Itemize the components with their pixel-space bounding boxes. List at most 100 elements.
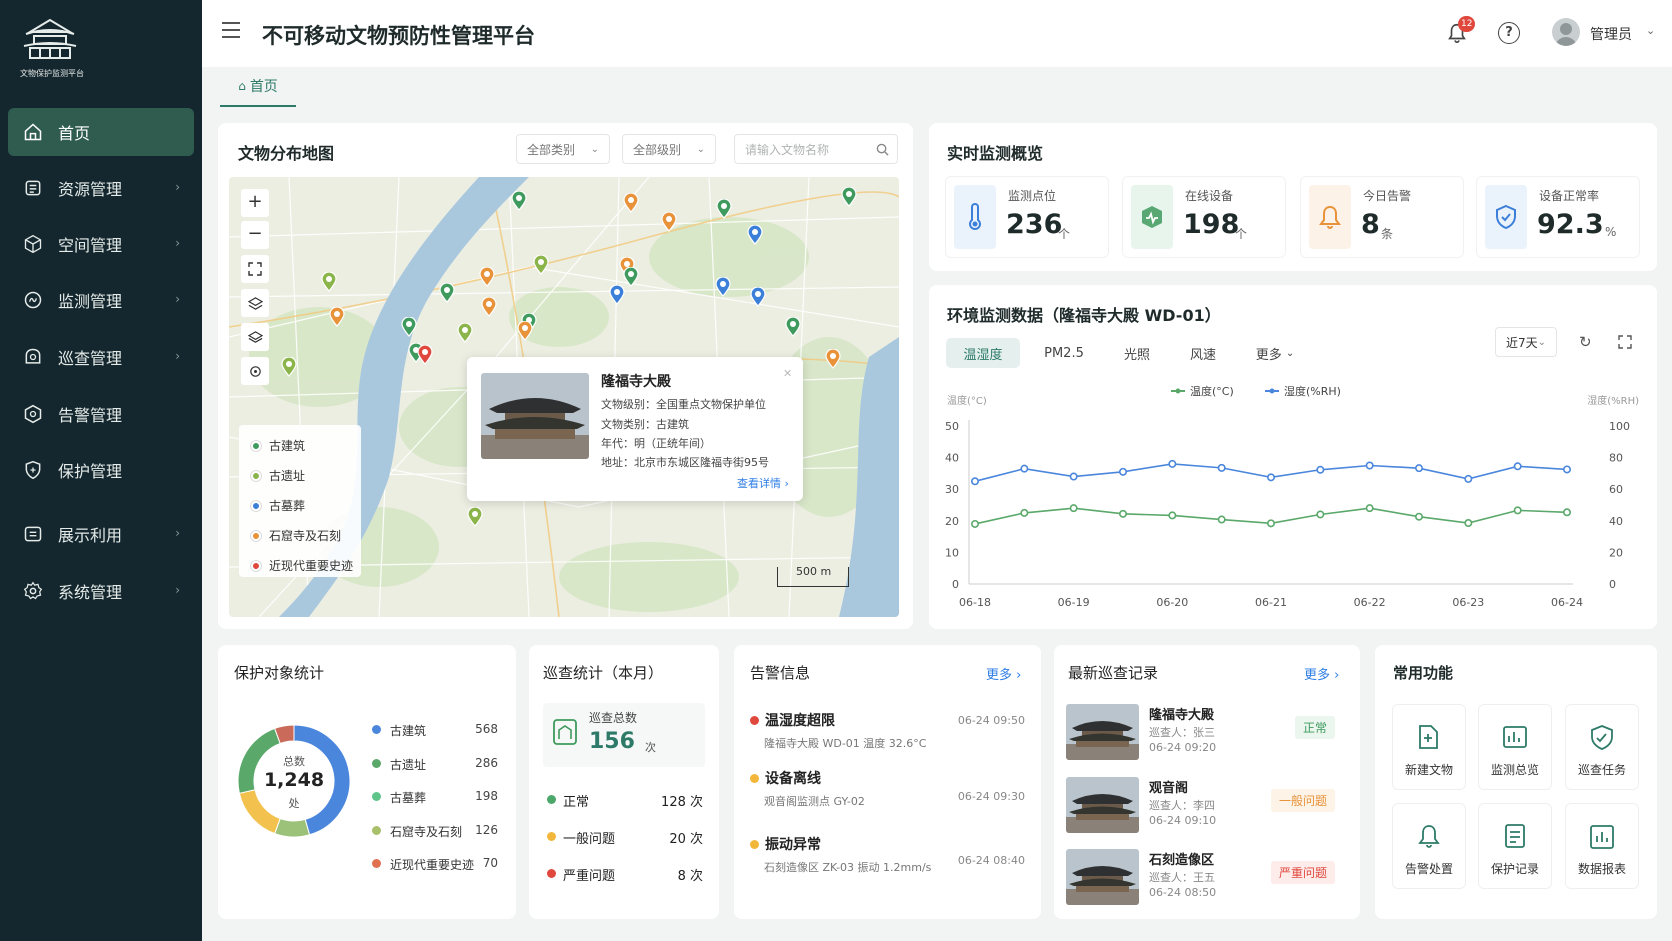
- env-tab-1[interactable]: 温湿度: [946, 338, 1020, 368]
- map-legend-item[interactable]: 古遗址: [251, 467, 305, 484]
- protect-legend-item[interactable]: 古遗址 286: [372, 756, 498, 772]
- heritage-marker-icon[interactable]: [401, 316, 417, 337]
- data-point[interactable]: [1365, 504, 1374, 513]
- stat-device[interactable]: 在线设备 198 个: [1122, 176, 1286, 258]
- patrol-record-item[interactable]: 石刻造像区 巡查人：王五 06-24 08:50 严重问题: [1066, 849, 1341, 905]
- locate-icon[interactable]: [241, 357, 269, 385]
- refresh-icon[interactable]: ↻: [1579, 333, 1592, 351]
- quick-chart[interactable]: 监测总览: [1478, 704, 1552, 790]
- heritage-search-input[interactable]: 请输入文物名称: [734, 134, 898, 164]
- legend-label[interactable]: 湿度(%RH): [1284, 384, 1341, 398]
- data-point[interactable]: [1513, 506, 1522, 515]
- sidebar-item-5[interactable]: 巡查管理 ›: [8, 333, 194, 381]
- data-point[interactable]: [1119, 509, 1128, 518]
- records-more-link[interactable]: 更多 ›: [1304, 664, 1339, 683]
- sidebar-item-6[interactable]: 告警管理: [8, 390, 194, 438]
- menu-toggle-icon[interactable]: [222, 22, 240, 38]
- data-point[interactable]: [1069, 504, 1078, 513]
- stat-bell[interactable]: 今日告警 8 条: [1300, 176, 1464, 258]
- data-point[interactable]: [1316, 510, 1325, 519]
- sidebar-item-7[interactable]: 保护管理: [8, 446, 194, 494]
- app-logo[interactable]: 文物保护监测平台: [20, 18, 84, 79]
- heritage-marker-icon[interactable]: [457, 322, 473, 343]
- heritage-marker-icon[interactable]: [467, 506, 483, 527]
- heritage-marker-icon[interactable]: [715, 276, 731, 297]
- heritage-marker-icon[interactable]: [609, 284, 625, 305]
- tab-home[interactable]: ⌂ 首页: [220, 67, 296, 107]
- env-tab-2[interactable]: PM2.5: [1030, 338, 1098, 368]
- level-filter-select[interactable]: 全部级别 ⌄: [622, 134, 716, 164]
- heritage-marker-icon[interactable]: [517, 320, 533, 341]
- data-point[interactable]: [1316, 465, 1325, 474]
- zoom-in-icon[interactable]: +: [241, 189, 269, 217]
- heritage-marker-icon[interactable]: [417, 344, 433, 365]
- env-tab-5[interactable]: 更多 ⌄: [1246, 338, 1304, 368]
- alarm-item[interactable]: 振动异常 石刻造像区 ZK-03 振动 1.2mm/s 06-24 08:40: [750, 834, 1025, 884]
- quick-bell[interactable]: 告警处置: [1392, 803, 1466, 889]
- data-point[interactable]: [970, 519, 979, 528]
- data-point[interactable]: [1562, 465, 1571, 474]
- heritage-marker-icon[interactable]: [661, 211, 677, 232]
- data-point[interactable]: [1069, 472, 1078, 481]
- quick-add-file[interactable]: 新建文物: [1392, 704, 1466, 790]
- map-legend-item[interactable]: 石窟寺及石刻: [251, 527, 341, 544]
- popup-detail-link[interactable]: 查看详情 ›: [737, 475, 789, 491]
- notification-bell-icon[interactable]: 12: [1446, 16, 1476, 46]
- data-point[interactable]: [1414, 464, 1423, 473]
- sidebar-item-2[interactable]: 资源管理 ›: [8, 164, 194, 212]
- heritage-marker-icon[interactable]: [785, 316, 801, 337]
- patrol-record-item[interactable]: 观音阁 巡查人：李四 06-24 09:10 一般问题: [1066, 777, 1341, 833]
- layers-icon[interactable]: [241, 289, 269, 317]
- data-point[interactable]: [1168, 459, 1177, 468]
- quick-task[interactable]: 巡查任务: [1565, 704, 1639, 790]
- data-point[interactable]: [1464, 474, 1473, 483]
- env-tab-3[interactable]: 光照: [1110, 338, 1164, 368]
- quick-record[interactable]: 保护记录: [1478, 803, 1552, 889]
- heritage-marker-icon[interactable]: [533, 254, 549, 275]
- help-icon[interactable]: ?: [1498, 22, 1520, 44]
- range-select[interactable]: 近7天 ⌄: [1495, 327, 1557, 357]
- data-point[interactable]: [1414, 512, 1423, 521]
- data-point[interactable]: [1020, 464, 1029, 473]
- protect-legend-item[interactable]: 石窟寺及石刻 126: [372, 823, 498, 839]
- data-point[interactable]: [1464, 519, 1473, 528]
- protect-legend-item[interactable]: 近现代重要史迹 70: [372, 856, 498, 872]
- alarm-more-link[interactable]: 更多 ›: [986, 664, 1021, 683]
- quick-report[interactable]: 数据报表: [1565, 803, 1639, 889]
- zoom-out-icon[interactable]: −: [241, 221, 269, 249]
- heritage-marker-icon[interactable]: [716, 198, 732, 219]
- map-legend-item[interactable]: 近现代重要史迹: [251, 557, 353, 574]
- heritage-marker-icon[interactable]: [321, 271, 337, 292]
- alarm-item[interactable]: 设备离线 观音阁监测点 GY-02 06-24 09:30: [750, 768, 1025, 818]
- sidebar-item-9[interactable]: 系统管理 ›: [8, 567, 194, 615]
- donut-slice[interactable]: [274, 817, 311, 838]
- sidebar-item-1[interactable]: 首页: [8, 108, 194, 156]
- data-point[interactable]: [1217, 515, 1226, 524]
- data-point[interactable]: [1119, 467, 1128, 476]
- heritage-marker-icon[interactable]: [623, 266, 639, 287]
- heritage-marker-icon[interactable]: [750, 286, 766, 307]
- heritage-marker-icon[interactable]: [623, 192, 639, 213]
- sidebar-item-4[interactable]: 监测管理 ›: [8, 276, 194, 324]
- sidebar-item-8[interactable]: 展示利用 ›: [8, 510, 194, 558]
- env-tab-4[interactable]: 风速: [1176, 338, 1230, 368]
- patrol-row[interactable]: 一般问题 20 次: [545, 828, 703, 847]
- heritage-marker-icon[interactable]: [329, 306, 345, 327]
- basemap-icon[interactable]: [241, 323, 269, 351]
- stat-shield-check[interactable]: 设备正常率 92.3%: [1476, 176, 1640, 258]
- heritage-marker-icon[interactable]: [747, 224, 763, 245]
- protect-legend-item[interactable]: 古建筑 568: [372, 722, 498, 738]
- map-legend-item[interactable]: 古建筑: [251, 437, 305, 454]
- data-point[interactable]: [1020, 508, 1029, 517]
- legend-label[interactable]: 温度(°C): [1190, 384, 1234, 398]
- data-point[interactable]: [1562, 508, 1571, 517]
- heritage-marker-icon[interactable]: [481, 296, 497, 317]
- heritage-marker-icon[interactable]: [841, 186, 857, 207]
- data-point[interactable]: [970, 477, 979, 486]
- data-point[interactable]: [1168, 511, 1177, 520]
- user-menu-chevron-icon[interactable]: ⌄: [1646, 24, 1655, 37]
- heritage-marker-icon[interactable]: [511, 190, 527, 211]
- category-filter-select[interactable]: 全部类别 ⌄: [516, 134, 610, 164]
- patrol-row[interactable]: 正常 128 次: [545, 791, 703, 810]
- user-name[interactable]: 管理员: [1590, 24, 1632, 44]
